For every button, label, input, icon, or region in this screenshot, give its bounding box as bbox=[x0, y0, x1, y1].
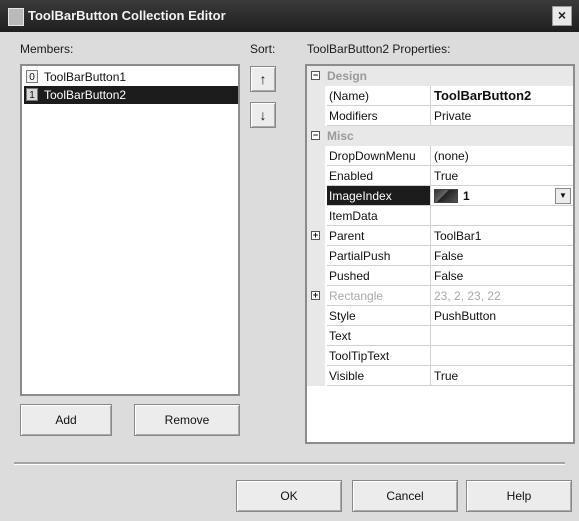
property-name: Enabled bbox=[327, 166, 431, 186]
property-name: (Name) bbox=[327, 86, 431, 106]
property-row-partialpush[interactable]: PartialPush False bbox=[307, 246, 573, 266]
category-label: Design bbox=[327, 69, 368, 83]
property-name: Parent bbox=[327, 226, 431, 246]
property-row-dropdownmenu[interactable]: DropDownMenu (none) bbox=[307, 146, 573, 166]
properties-label: ToolBarButton2 Properties: bbox=[307, 42, 451, 56]
members-label: Members: bbox=[20, 42, 74, 56]
property-name: PartialPush bbox=[327, 246, 431, 266]
collapse-icon[interactable]: − bbox=[311, 131, 320, 140]
property-row-name[interactable]: (Name) ToolBarButton2 bbox=[307, 86, 573, 106]
property-value[interactable] bbox=[431, 206, 573, 226]
cancel-button[interactable]: Cancel bbox=[352, 480, 458, 512]
row-gutter: + bbox=[307, 286, 325, 306]
row-gutter: + bbox=[307, 226, 325, 246]
ok-button[interactable]: OK bbox=[236, 480, 342, 512]
remove-button[interactable]: Remove bbox=[134, 404, 240, 436]
property-value: 23, 2, 23, 22 bbox=[431, 286, 573, 306]
property-name: Modifiers bbox=[327, 106, 431, 126]
sort-label: Sort: bbox=[250, 42, 276, 56]
property-grid[interactable]: − Design (Name) ToolBarButton2 Modifiers… bbox=[305, 64, 575, 444]
property-row-enabled[interactable]: Enabled True bbox=[307, 166, 573, 186]
row-gutter bbox=[307, 106, 325, 126]
property-value[interactable]: PushButton bbox=[431, 306, 573, 326]
image-preview-icon bbox=[434, 189, 458, 203]
property-name: Text bbox=[327, 326, 431, 346]
property-row-parent[interactable]: + Parent ToolBar1 bbox=[307, 226, 573, 246]
property-name: Style bbox=[327, 306, 431, 326]
property-row-rectangle[interactable]: + Rectangle 23, 2, 23, 22 bbox=[307, 286, 573, 306]
row-gutter bbox=[307, 186, 325, 206]
move-up-button[interactable]: ↑ bbox=[250, 66, 276, 92]
dropdown-arrow-icon[interactable]: ▼ bbox=[555, 188, 571, 204]
row-gutter: − bbox=[307, 66, 325, 86]
row-gutter bbox=[307, 326, 325, 346]
row-gutter bbox=[307, 206, 325, 226]
row-gutter bbox=[307, 246, 325, 266]
property-row-visible[interactable]: Visible True bbox=[307, 366, 573, 386]
list-item-index: 1 bbox=[26, 88, 38, 101]
property-row-text[interactable]: Text bbox=[307, 326, 573, 346]
row-gutter bbox=[307, 346, 325, 366]
property-row-tooltiptext[interactable]: ToolTipText bbox=[307, 346, 573, 366]
property-value[interactable] bbox=[431, 326, 573, 346]
row-gutter bbox=[307, 306, 325, 326]
property-row-imageindex[interactable]: ImageIndex 1 ▼ bbox=[307, 186, 573, 206]
property-value[interactable]: ToolBarButton2 bbox=[431, 86, 573, 106]
property-row-modifiers[interactable]: Modifiers Private bbox=[307, 106, 573, 126]
list-item-selected[interactable]: 1 ToolBarButton2 bbox=[24, 86, 238, 104]
help-button[interactable]: Help bbox=[466, 480, 572, 512]
list-item-label: ToolBarButton1 bbox=[44, 70, 127, 84]
property-row-pushed[interactable]: Pushed False bbox=[307, 266, 573, 286]
property-name: Rectangle bbox=[327, 286, 431, 306]
property-value[interactable] bbox=[431, 346, 573, 366]
list-item[interactable]: 0 ToolBarButton1 bbox=[24, 68, 238, 86]
property-value-imageindex[interactable]: 1 ▼ bbox=[431, 186, 573, 206]
add-button[interactable]: Add bbox=[20, 404, 112, 436]
close-button[interactable]: × bbox=[552, 6, 572, 26]
list-item-label: ToolBarButton2 bbox=[44, 88, 127, 102]
property-row-style[interactable]: Style PushButton bbox=[307, 306, 573, 326]
move-down-button[interactable]: ↓ bbox=[250, 102, 276, 128]
property-name: ItemData bbox=[327, 206, 431, 226]
category-misc[interactable]: − Misc bbox=[307, 126, 573, 146]
members-listbox[interactable]: 0 ToolBarButton1 1 ToolBarButton2 bbox=[20, 64, 240, 396]
property-value[interactable]: ToolBar1 bbox=[431, 226, 573, 246]
property-value[interactable]: Private bbox=[431, 106, 573, 126]
row-gutter bbox=[307, 366, 325, 386]
title-bar: ToolBarButton Collection Editor × bbox=[0, 0, 579, 32]
row-gutter bbox=[307, 146, 325, 166]
list-item-index: 0 bbox=[26, 70, 38, 83]
collapse-icon[interactable]: − bbox=[311, 71, 320, 80]
category-label: Misc bbox=[327, 129, 354, 143]
category-design[interactable]: − Design bbox=[307, 66, 573, 86]
window-icon bbox=[8, 8, 24, 26]
property-value[interactable]: True bbox=[431, 166, 573, 186]
row-gutter: − bbox=[307, 126, 325, 146]
row-gutter bbox=[307, 266, 325, 286]
row-gutter bbox=[307, 166, 325, 186]
property-name: DropDownMenu bbox=[327, 146, 431, 166]
expand-icon[interactable]: + bbox=[311, 231, 320, 240]
property-name: Pushed bbox=[327, 266, 431, 286]
footer-divider bbox=[14, 462, 565, 465]
imageindex-value: 1 bbox=[463, 189, 470, 203]
expand-icon[interactable]: + bbox=[311, 291, 320, 300]
property-value[interactable]: False bbox=[431, 266, 573, 286]
property-value[interactable]: True bbox=[431, 366, 573, 386]
property-value[interactable]: False bbox=[431, 246, 573, 266]
row-gutter bbox=[307, 86, 325, 106]
property-name: Visible bbox=[327, 366, 431, 386]
window-title: ToolBarButton Collection Editor bbox=[28, 8, 226, 23]
property-row-itemdata[interactable]: ItemData bbox=[307, 206, 573, 226]
property-value[interactable]: (none) bbox=[431, 146, 573, 166]
property-name: ToolTipText bbox=[327, 346, 431, 366]
property-name-selected: ImageIndex bbox=[327, 186, 431, 206]
